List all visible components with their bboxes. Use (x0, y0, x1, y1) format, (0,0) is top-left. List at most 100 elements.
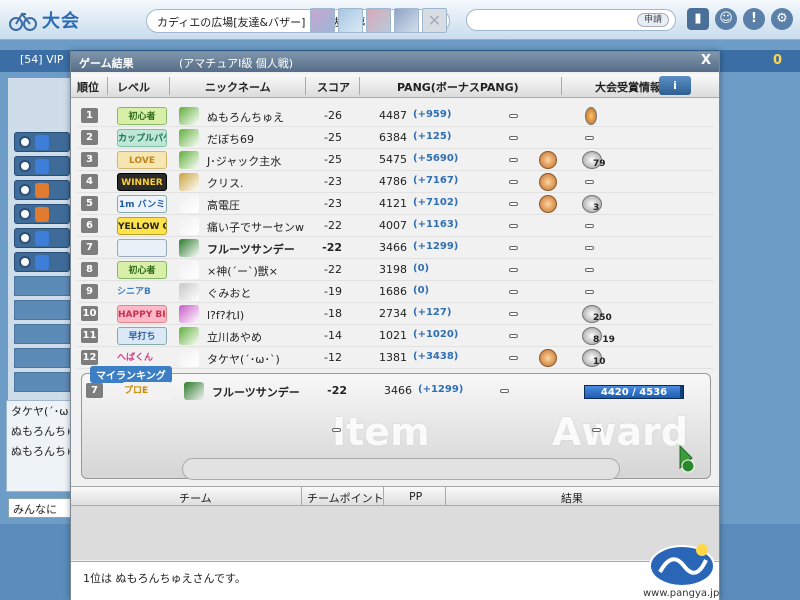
apply-button[interactable]: 申請 (636, 13, 669, 27)
status-icon (19, 208, 31, 220)
player-slot[interactable] (14, 180, 70, 200)
pang: 4786 (379, 175, 407, 188)
dash-icon (585, 136, 594, 140)
player-figure-icon (35, 183, 49, 198)
bonus-pang: (+127) (413, 307, 452, 318)
search-input[interactable]: 申請 (466, 9, 676, 31)
score: -18 (324, 307, 342, 320)
col-award-info: 大会受賞情報 (595, 81, 661, 94)
avatar (179, 327, 199, 345)
quick-slot-empty[interactable]: ✕ (422, 8, 447, 33)
nickname: 高電圧 (207, 199, 240, 212)
empty-slot[interactable] (14, 276, 70, 296)
col-nickname: ニックネーム (205, 81, 271, 94)
player-figure-icon (35, 207, 49, 222)
quick-slot[interactable] (338, 8, 363, 33)
result-list: 1 初心者 ぬもろんちゅえ -26 4487 (+959) 2 カップルパケツ だぼち69 -25… (77, 105, 713, 369)
award-count: 79 (593, 159, 606, 169)
empty-slot[interactable] (14, 348, 70, 368)
item-dash-icon (332, 428, 341, 432)
player-slot[interactable] (14, 252, 70, 272)
chat-line: ぬもろんちゅえ (11, 425, 71, 438)
quick-slot[interactable] (394, 8, 419, 33)
level-badge: へばくん (117, 353, 154, 363)
status-icon (19, 184, 31, 196)
empty-slot[interactable] (14, 300, 70, 320)
player-figure-icon (35, 159, 49, 174)
alert-icon[interactable]: ! (743, 8, 765, 30)
rank-badge: 4 (81, 174, 98, 189)
close-button[interactable]: X (701, 53, 711, 68)
window-subtitle: (アマチュアI級 個人戦) (179, 57, 294, 70)
avatar (179, 261, 199, 279)
bicycle-icon[interactable] (8, 8, 38, 32)
nickname: ×神(´ー`)獣× (207, 265, 279, 278)
rank-badge: 1 (81, 108, 98, 123)
next-arrow-icon[interactable] (678, 444, 698, 474)
bonus-pang: (+125) (413, 131, 452, 142)
people-icon[interactable]: ☺ (715, 8, 737, 30)
dash-icon (585, 290, 594, 294)
avatar (179, 195, 199, 213)
table-row: 1 初心者 ぬもろんちゅえ -26 4487 (+959) (77, 105, 713, 127)
table-row: 6 YELLOW CARD 痛い子でサーセンw -22 4007 (+1163) (77, 215, 713, 237)
rank-badge: 8 (81, 262, 98, 277)
bonus-pang: (0) (413, 263, 430, 274)
rank-badge: 2 (81, 130, 98, 145)
nickname: ぐみおと (207, 287, 252, 300)
player-slot[interactable] (14, 132, 70, 152)
player-figure-icon (35, 255, 49, 270)
quick-slots: ✕ (310, 8, 447, 33)
rank-badge: 12 (81, 350, 98, 365)
dash-icon (509, 114, 518, 118)
player-slot[interactable] (14, 204, 70, 224)
col-level: レベル (117, 81, 150, 94)
table-row: 3 LOVE J･ジャック主水 -25 5475 (+5690) 79 (77, 149, 713, 171)
level-badge: 1m バンミ (117, 195, 167, 213)
phone-icon[interactable]: ▮ (687, 8, 709, 30)
status-icon (19, 136, 31, 148)
medal-icon (585, 107, 597, 125)
player-slot[interactable] (14, 156, 70, 176)
nickname: J･ジャック主水 (207, 155, 282, 168)
level-badge: HAPPY BIRTHDAY (117, 305, 167, 323)
page-title: 大会 (42, 11, 80, 32)
bonus-pang: (+7167) (413, 175, 459, 186)
chat-line: ぬもろんちゅえ (11, 445, 71, 458)
player-slot[interactable] (14, 228, 70, 248)
player-figure-icon (35, 231, 49, 246)
info-button[interactable]: i (659, 76, 691, 95)
rank-badge: 3 (81, 152, 98, 167)
level-badge: WINNER (117, 173, 167, 191)
bonus-pang: (+1163) (413, 219, 459, 230)
gear-icon[interactable]: ⚙ (771, 8, 793, 30)
pang: 4121 (379, 197, 407, 210)
level-badge (117, 239, 167, 257)
pang: 1381 (379, 351, 407, 364)
nickname: タケヤ(´･ω･`) (207, 353, 280, 366)
col-team: チーム (179, 492, 212, 505)
empty-slot[interactable] (14, 372, 70, 392)
quick-slot[interactable] (366, 8, 391, 33)
table-row: 2 カップルパケツ だぼち69 -25 6384 (+125) (77, 127, 713, 149)
chat-target-select[interactable]: みんなに (8, 498, 72, 518)
rank-badge: 11 (81, 328, 98, 343)
empty-slot[interactable] (14, 324, 70, 344)
site-url: www.pangya.jp (643, 588, 720, 599)
room-counter: 0 (772, 53, 782, 68)
avatar (179, 151, 199, 169)
dash-icon (509, 334, 518, 338)
avatar (179, 217, 199, 235)
col-pang: PANG(ボーナスPANG) (397, 81, 519, 94)
result-table-header: 順位 レベル ニックネーム スコア PANG(ボーナスPANG) 大会受賞情報 … (71, 74, 719, 98)
top-icon-group: ▮ ☺ ! ⚙ (687, 8, 793, 30)
nickname: クリス. (207, 177, 244, 190)
award-count: 250 (593, 313, 612, 323)
pang: 3466 (384, 384, 412, 397)
award-label: Award (552, 410, 689, 454)
rank-badge: 7 (86, 383, 103, 398)
quick-slot[interactable] (310, 8, 335, 33)
level-badge: YELLOW CARD (117, 217, 167, 235)
score: -14 (324, 329, 342, 342)
level-badge: シニアB (117, 287, 151, 297)
